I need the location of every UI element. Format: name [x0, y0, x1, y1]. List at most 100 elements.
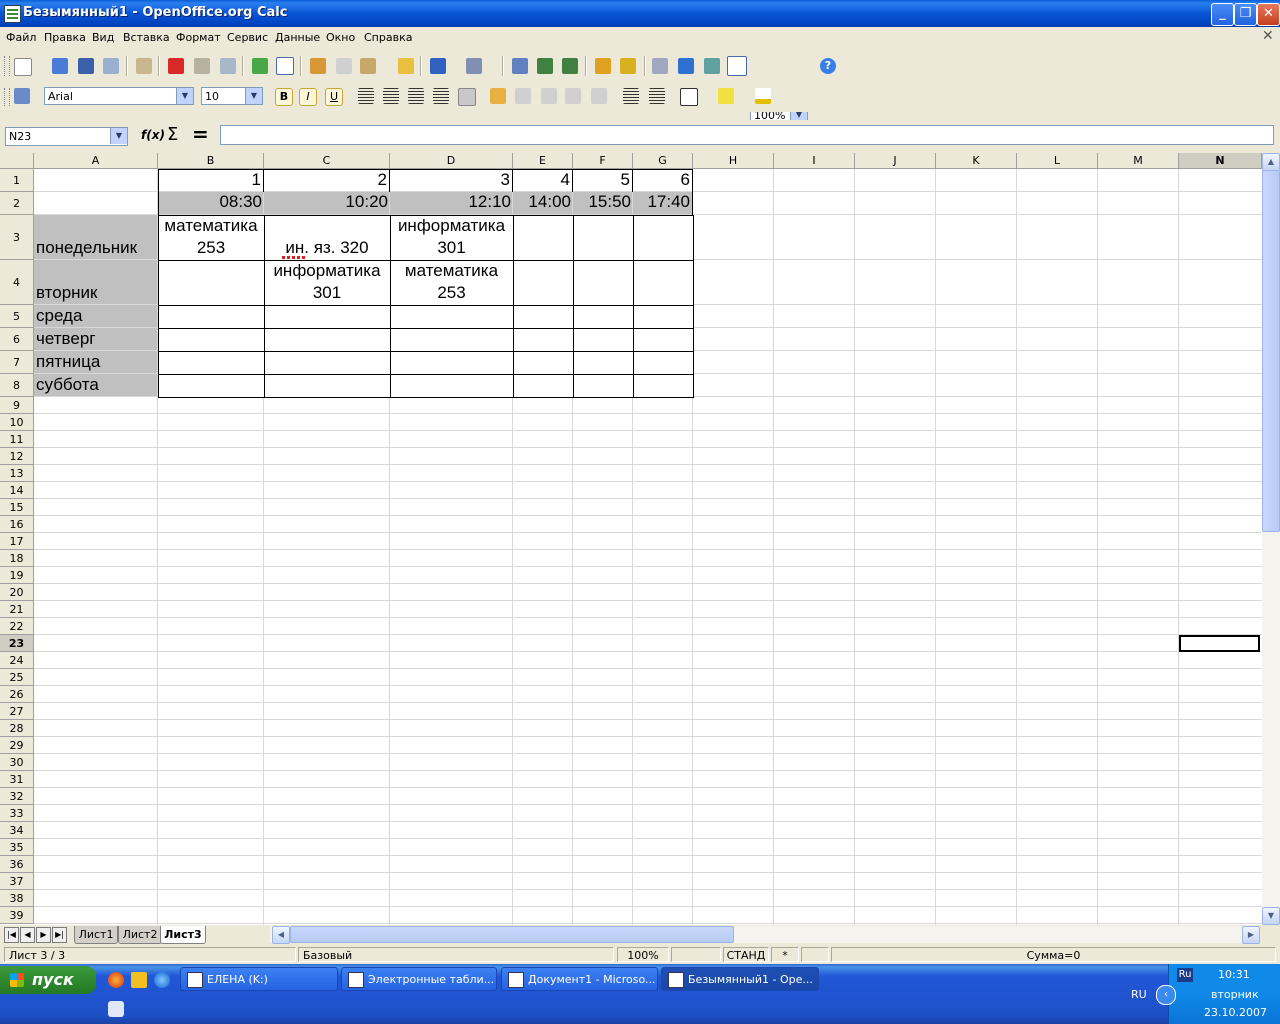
cell-c1[interactable]: 2 [264, 169, 390, 192]
row-header[interactable]: 6 [0, 328, 34, 351]
horizontal-scrollbar[interactable]: ◀ ▶ [270, 926, 1260, 944]
align-left-icon[interactable] [358, 88, 374, 104]
currency-format-icon[interactable] [490, 88, 506, 104]
vertical-scrollbar[interactable]: ▲ ▼ [1262, 153, 1280, 925]
select-all-corner[interactable] [0, 153, 34, 169]
table-cell[interactable] [264, 374, 391, 398]
percent-format-icon[interactable] [515, 88, 531, 104]
edit-file-icon[interactable] [136, 58, 152, 74]
scroll-up-icon[interactable]: ▲ [1262, 153, 1280, 171]
row-header[interactable]: 11 [0, 431, 34, 448]
table-cell[interactable] [633, 215, 694, 261]
next-sheet-icon[interactable]: ▶ [36, 927, 51, 943]
status-insert-mode[interactable]: СТАНД [723, 947, 769, 962]
table-cell[interactable] [573, 351, 634, 375]
row-header[interactable]: 4 [0, 260, 34, 305]
language-label[interactable]: RU [1131, 988, 1147, 1001]
close-button[interactable]: ✕ [1257, 3, 1280, 26]
cell-d3-subject[interactable]: информатика [390, 216, 513, 238]
opera-icon[interactable] [108, 972, 124, 988]
row-header[interactable]: 5 [0, 305, 34, 328]
align-right-icon[interactable] [408, 88, 424, 104]
menu-window[interactable]: Окно [326, 31, 355, 44]
row-header[interactable]: 17 [0, 533, 34, 550]
show-hidden-icons-icon[interactable]: ‹ [1156, 985, 1176, 1005]
row-header[interactable]: 20 [0, 584, 34, 601]
spreadsheet-grid[interactable]: A B C D E F G H I J K L M N 1 2 3 4 5 6 … [0, 153, 1262, 925]
language-indicator[interactable]: Ru [1177, 968, 1193, 982]
borders-icon[interactable] [680, 88, 698, 106]
save-icon[interactable] [78, 58, 94, 74]
cell-c2[interactable]: 10:20 [264, 192, 390, 215]
email-icon[interactable] [103, 58, 119, 74]
table-cell[interactable] [158, 328, 265, 352]
row-header[interactable]: 35 [0, 839, 34, 856]
row-header[interactable]: 23 [0, 635, 34, 652]
cut-icon[interactable] [310, 58, 326, 74]
row-header[interactable]: 24 [0, 652, 34, 669]
table-cell[interactable] [513, 328, 574, 352]
cell-e2[interactable]: 14:00 [513, 192, 573, 215]
menu-file[interactable]: Файл [6, 31, 36, 44]
table-cell[interactable] [633, 328, 694, 352]
delete-decimal-icon[interactable] [591, 88, 607, 104]
row-header[interactable]: 28 [0, 720, 34, 737]
row-header[interactable]: 33 [0, 805, 34, 822]
font-size-select[interactable]: 10 ▼ [201, 87, 263, 105]
table-cell[interactable] [573, 374, 634, 398]
add-decimal-icon[interactable] [565, 88, 581, 104]
menu-view[interactable]: Вид [92, 31, 114, 44]
status-zoom[interactable]: 100% [617, 947, 669, 962]
table-cell[interactable] [158, 260, 265, 306]
taskbar-button-calc[interactable]: Безымянный1 - Ope... [661, 967, 819, 991]
row-header[interactable]: 38 [0, 890, 34, 907]
table-cell[interactable] [513, 351, 574, 375]
row-header[interactable]: 37 [0, 873, 34, 890]
row-header[interactable]: 15 [0, 499, 34, 516]
table-cell[interactable] [158, 305, 265, 329]
redo-icon[interactable] [466, 58, 482, 74]
increase-indent-icon[interactable] [649, 88, 665, 104]
cell-c4-room[interactable]: 301 [264, 283, 390, 305]
row-header[interactable]: 26 [0, 686, 34, 703]
close-document-icon[interactable]: ✕ [1262, 28, 1274, 44]
draw-functions-icon[interactable] [620, 58, 636, 74]
col-header-j[interactable]: J [855, 153, 936, 169]
horizontal-scroll-thumb[interactable] [290, 926, 734, 943]
cell-e1[interactable]: 4 [513, 169, 573, 192]
cell-a4[interactable]: вторник [36, 283, 158, 305]
styles-icon[interactable] [14, 88, 30, 104]
calc-app-icon[interactable] [4, 5, 21, 23]
row-header[interactable]: 7 [0, 351, 34, 374]
row-header[interactable]: 21 [0, 601, 34, 618]
copy-icon[interactable] [336, 58, 352, 74]
bold-button[interactable]: B [275, 88, 293, 106]
menu-help[interactable]: Справка [364, 31, 412, 44]
row-header[interactable]: 31 [0, 771, 34, 788]
navigator-icon[interactable] [678, 58, 694, 74]
table-cell[interactable] [633, 374, 694, 398]
table-cell[interactable] [573, 305, 634, 329]
format-paintbrush-icon[interactable] [398, 58, 414, 74]
table-cell[interactable] [264, 328, 391, 352]
vertical-scroll-thumb[interactable] [1262, 170, 1280, 532]
spellcheck-icon[interactable] [252, 58, 268, 74]
font-color-icon[interactable] [755, 88, 771, 104]
cell-g2[interactable]: 17:40 [633, 192, 693, 215]
cell-f2[interactable]: 15:50 [573, 192, 633, 215]
table-cell[interactable] [390, 305, 514, 329]
row-header[interactable]: 1 [0, 169, 34, 192]
row-header[interactable]: 2 [0, 192, 34, 215]
table-cell[interactable] [573, 260, 634, 306]
data-sources-icon[interactable] [727, 56, 747, 76]
background-color-icon[interactable] [718, 88, 734, 104]
selected-cell-n23[interactable] [1179, 635, 1260, 652]
print-preview-icon[interactable] [220, 58, 236, 74]
row-header[interactable]: 34 [0, 822, 34, 839]
cell-d2[interactable]: 12:10 [390, 192, 513, 215]
decrease-indent-icon[interactable] [623, 88, 639, 104]
find-replace-icon[interactable] [652, 58, 668, 74]
col-header-i[interactable]: I [774, 153, 855, 169]
new-document-icon[interactable] [14, 58, 32, 76]
function-icon[interactable]: = [192, 122, 209, 146]
